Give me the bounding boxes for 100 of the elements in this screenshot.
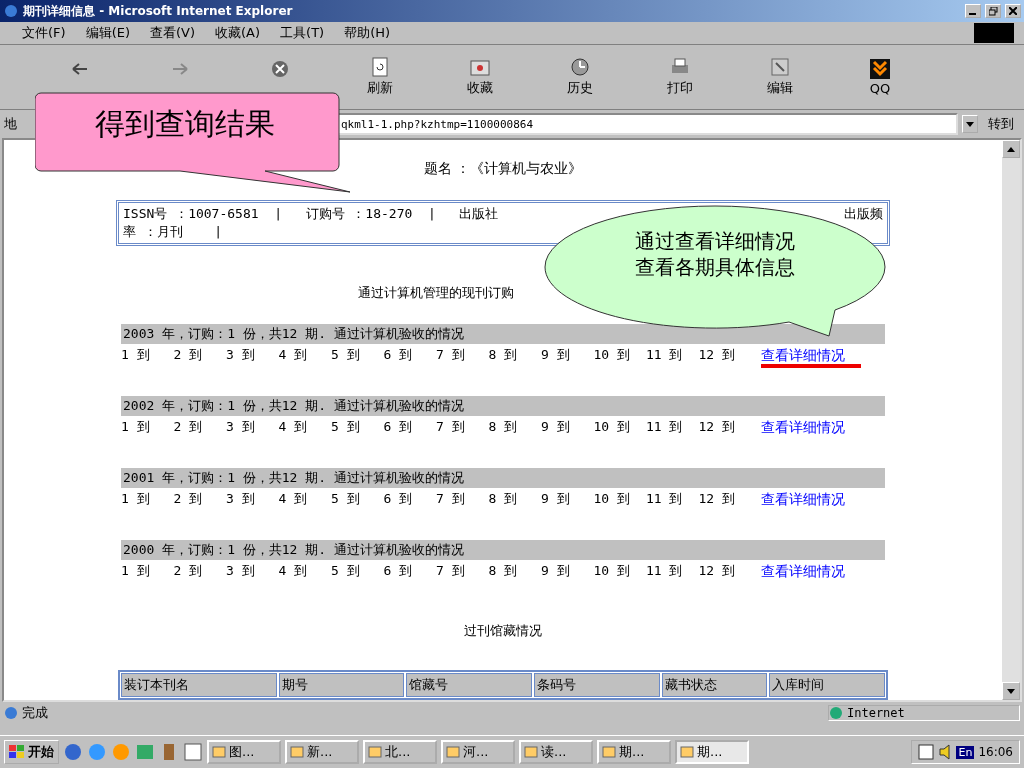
issue-text: 5 到	[331, 490, 361, 508]
issue-text: 2 到	[173, 346, 204, 364]
task-button[interactable]: 河...	[441, 740, 515, 764]
task-button[interactable]: 期...	[675, 740, 749, 764]
issue-text: 11 到	[646, 418, 684, 436]
issue-text: 6 到	[383, 490, 414, 508]
issue-text: 7 到	[436, 418, 466, 436]
issue-text: 5 到	[331, 418, 361, 436]
issue-text: 12 到	[698, 562, 736, 580]
issue-text: 8 到	[488, 346, 519, 364]
windows-flag-icon	[9, 745, 25, 759]
speaker-icon[interactable]	[938, 744, 953, 760]
info-text: 率 ：月刊 |	[123, 223, 222, 241]
issue-text: 2 到	[173, 562, 204, 580]
chevron-icon	[869, 58, 891, 79]
start-button[interactable]: 开始	[4, 740, 59, 764]
menu-item[interactable]: 文件(F)	[14, 24, 74, 42]
toolbar-button[interactable]: QQ	[830, 58, 930, 96]
language-indicator[interactable]: En	[956, 745, 975, 759]
year-header: 2002 年，订购：1 份，共12 期. 通过计算机验收的情况	[121, 396, 885, 416]
details-link[interactable]: 查看详细情况	[761, 418, 861, 436]
issue-text: 10 到	[593, 490, 631, 508]
quick-launch-icon[interactable]	[183, 742, 203, 762]
toolbar-button[interactable]: 刷新	[330, 57, 430, 97]
task-button[interactable]: 读...	[519, 740, 593, 764]
issue-text: 11 到	[646, 562, 684, 580]
window-icon	[290, 745, 304, 759]
issue-text: 10 到	[593, 418, 631, 436]
refresh-icon	[369, 57, 391, 77]
issue-text: 10 到	[593, 346, 631, 364]
browser-icon	[3, 3, 19, 19]
menu-item[interactable]: 编辑(E)	[77, 24, 138, 42]
down-arrow-icon	[1007, 689, 1015, 694]
quick-launch-icon[interactable]	[63, 742, 83, 762]
details-link[interactable]: 查看详细情况	[761, 490, 861, 508]
task-button[interactable]: 新...	[285, 740, 359, 764]
callout-text: 得到查询结果	[94, 105, 276, 143]
issue-text: 1 到	[121, 562, 151, 580]
toolbar-button[interactable]: 历史	[530, 57, 630, 97]
column-header: 藏书状态	[661, 673, 768, 697]
caret-icon	[966, 121, 974, 127]
issue-text: 6 到	[383, 562, 414, 580]
status-text: 完成	[22, 704, 48, 722]
issue-text: 11 到	[646, 490, 684, 508]
issue-text: 9 到	[541, 418, 571, 436]
edit-icon	[769, 57, 791, 77]
issue-text: 8 到	[488, 490, 519, 508]
window-title: 期刊详细信息 - Microsoft Internet Explorer	[23, 2, 294, 20]
issue-text: 2 到	[173, 418, 204, 436]
info-text: ISSN号 ：1007-6581 | 订购号 ：18-270 | 出版社	[123, 205, 499, 223]
stop-icon	[269, 58, 291, 79]
minimize-button[interactable]	[965, 4, 981, 18]
up-arrow-icon	[1007, 147, 1015, 152]
toolbar-button[interactable]: 编辑	[730, 57, 830, 97]
task-button[interactable]: 图...	[207, 740, 281, 764]
menu-item[interactable]: 查看(V)	[142, 24, 204, 42]
window-icon	[680, 745, 694, 759]
restore-button[interactable]	[985, 4, 1001, 18]
info-text: 出版频	[844, 205, 883, 223]
issue-text: 2 到	[173, 490, 204, 508]
issue-text: 7 到	[436, 490, 466, 508]
column-header: 期号	[278, 673, 405, 697]
toolbar-button[interactable]: 收藏	[430, 57, 530, 97]
dropdown-button[interactable]	[962, 115, 978, 133]
tray-icon[interactable]	[918, 744, 935, 760]
issue-text: 1 到	[121, 490, 151, 508]
menu-item[interactable]: 工具(T)	[272, 24, 333, 42]
scroll-down-button[interactable]	[1002, 682, 1020, 700]
menu-item[interactable]: 收藏(A)	[207, 24, 269, 42]
task-button[interactable]: 期...	[597, 740, 671, 764]
close-button[interactable]	[1005, 4, 1021, 18]
year-header: 2000 年，订购：1 份，共12 期. 通过计算机验收的情况	[121, 540, 885, 560]
details-link[interactable]: 查看详细情况	[761, 346, 861, 368]
issue-text: 3 到	[226, 346, 256, 364]
toolbar-button[interactable]: 打印	[630, 57, 730, 97]
address-label: 地	[4, 115, 17, 133]
issue-text: 6 到	[383, 346, 414, 364]
address-field[interactable]: qkml1-1.php?kzhtmp=1100000864	[337, 113, 958, 135]
clock: 16:06	[978, 745, 1013, 759]
issue-text: 3 到	[226, 490, 256, 508]
menu-item[interactable]: 帮助(H)	[336, 24, 399, 42]
issue-text: 7 到	[436, 562, 466, 580]
column-header: 条码号	[533, 673, 660, 697]
issue-text: 8 到	[488, 418, 519, 436]
year-header: 2003 年，订购：1 份，共12 期. 通过计算机验收的情况	[121, 324, 885, 344]
go-button[interactable]: 转到	[982, 115, 1020, 133]
column-header: 装订本刊名	[121, 673, 277, 697]
task-button[interactable]: 北...	[363, 740, 437, 764]
issue-text: 12 到	[698, 346, 736, 364]
issue-text: 9 到	[541, 346, 571, 364]
issue-text: 12 到	[698, 418, 736, 436]
issue-text: 5 到	[331, 562, 361, 580]
issue-text: 9 到	[541, 490, 571, 508]
issue-text: 6 到	[383, 418, 414, 436]
restore-icon	[988, 6, 998, 16]
issue-text: 5 到	[331, 346, 361, 364]
clock-icon	[569, 57, 591, 77]
scroll-up-button[interactable]	[1002, 140, 1020, 158]
details-link[interactable]: 查看详细情况	[761, 562, 861, 580]
issue-text: 4 到	[278, 346, 309, 364]
